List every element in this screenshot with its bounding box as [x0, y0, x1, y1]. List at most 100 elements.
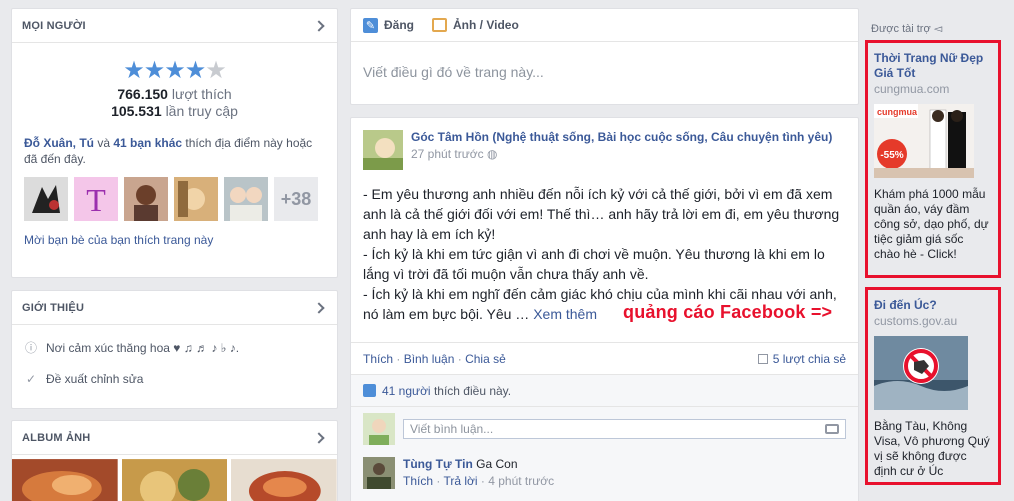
comment-like-link[interactable]: Thích: [403, 474, 433, 488]
visits-label: lần truy cập: [165, 103, 238, 119]
post-actions: Thích · Bình luận · Chia sẻ 5 lượt chia …: [351, 342, 858, 374]
ad-domain: cungmua.com: [874, 82, 950, 96]
comment-placeholder: Viết bình luận...: [410, 422, 494, 436]
star-icon: ★★★★: [123, 57, 206, 84]
album-photo[interactable]: [12, 459, 118, 501]
ad-title[interactable]: Đi đến Úc?: [874, 298, 992, 313]
people-title: MỌI NGƯỜI: [22, 19, 86, 32]
post-line: - Ích kỷ là khi em tức giận vì anh đi ch…: [363, 246, 825, 262]
post-last-text: nó làm em bực bội. Yêu …: [363, 306, 530, 322]
ad-description: Khám phá 1000 mẫu quần áo, váy đầm công …: [874, 187, 989, 261]
ad-title[interactable]: Thời Trang Nữ Đẹp Giá Tốt: [874, 51, 992, 81]
rating-stars: ★★★★★: [12, 59, 337, 83]
star-empty-icon: ★: [205, 57, 226, 84]
friend-avatar[interactable]: T: [74, 177, 118, 221]
comment-line: Tùng Tự Tin Ga Con: [403, 457, 554, 471]
more-friends[interactable]: +38: [274, 177, 318, 221]
ad-annotation: quảng cáo Facebook =>: [623, 302, 833, 322]
tab-photo-video[interactable]: Ảnh / Video: [432, 18, 519, 32]
post-time-text[interactable]: 27 phút trước: [411, 147, 484, 161]
info-icon: ⓘ: [24, 341, 37, 355]
intro-title: GIỚI THIỆU: [22, 301, 85, 314]
intro-about: ⓘ Nơi cảm xúc thăng hoa ♥ ♫ ♬ ♪ ♭ ♪.: [12, 339, 337, 356]
sponsored-text: Được tài trợ: [871, 23, 931, 35]
composer-input[interactable]: Viết điều gì đó về trang này...: [351, 42, 858, 102]
commenter-avatar[interactable]: [363, 457, 395, 489]
suggest-edit-link[interactable]: Đề xuất chỉnh sửa: [46, 372, 143, 386]
composer-card: ✎ Đăng Ảnh / Video Viết điều gì đó về tr…: [350, 8, 859, 105]
pencil-icon: ✎: [363, 17, 378, 33]
ad-description: Bằng Tàu, Không Visa, Vô phương Quý vị s…: [874, 419, 990, 478]
visits-stat: 105.531 lần truy cập: [12, 103, 337, 119]
friends-tail-2: đã đến đây.: [24, 152, 86, 166]
album-photo[interactable]: [121, 459, 228, 501]
svg-text:T: T: [86, 182, 106, 218]
share-icon: [757, 353, 768, 364]
share-count-text: 5 lượt chia sẻ: [772, 351, 846, 366]
post-header: Góc Tâm Hồn (Nghệ thuật sống, Bài học cu…: [351, 118, 858, 170]
page-avatar[interactable]: [363, 130, 403, 170]
likes-count: 766.150: [117, 86, 168, 102]
share-link[interactable]: Chia sẻ: [465, 352, 506, 366]
post-line: anh là cả thế giới đối với em! Thế thì… …: [363, 206, 840, 222]
chevron-right-icon[interactable]: [313, 431, 325, 444]
likes-stat: 766.150 lượt thích: [12, 86, 337, 102]
album-title: ALBUM ẢNH: [22, 431, 91, 444]
composer-tabs: ✎ Đăng Ảnh / Video: [351, 9, 858, 42]
post-line: anh hay là em ích kỷ!: [363, 226, 496, 242]
chevron-right-icon[interactable]: [313, 19, 325, 32]
invite-friends-link[interactable]: Mời bạn bè của bạn thích trang này: [12, 233, 337, 247]
post-feedback: 41 người thích điều này. Viết bình luận.…: [351, 374, 858, 501]
people-header[interactable]: MỌI NGƯỜI: [12, 9, 337, 43]
ad-image[interactable]: [874, 336, 968, 410]
friend-others-link[interactable]: 41 bạn khác: [113, 136, 182, 150]
friend-avatar[interactable]: [174, 177, 218, 221]
checkmark-icon: ✓: [25, 372, 37, 386]
album-header[interactable]: ALBUM ẢNH: [12, 421, 337, 455]
ad-domain: customs.gov.au: [874, 314, 958, 328]
megaphone-icon: ◅: [933, 23, 943, 35]
svg-text:cungmua: cungmua: [877, 107, 918, 117]
tab-post[interactable]: ✎ Đăng: [363, 17, 414, 33]
globe-icon: ◍: [486, 147, 498, 161]
suggest-edit-row[interactable]: ✓ Đề xuất chỉnh sửa: [12, 372, 337, 386]
likers-link[interactable]: 41 người: [382, 384, 431, 398]
post-line: - Ích kỷ là khi em nghĩ đến cảm giác khó…: [363, 286, 837, 302]
ad-item[interactable]: Đi đến Úc? customs.gov.au Bằng Tàu, Khôn…: [865, 287, 1001, 485]
chevron-right-icon[interactable]: [313, 301, 325, 314]
camera-icon[interactable]: [825, 424, 839, 434]
share-count[interactable]: 5 lượt chia sẻ: [757, 351, 846, 366]
friends-summary: Đỗ Xuân, Tú và 41 bạn khác thích địa điể…: [12, 135, 337, 167]
album-photos: [12, 459, 338, 501]
comment-link[interactable]: Bình luận: [404, 352, 455, 366]
commenter-name-link[interactable]: Tùng Tự Tin: [403, 457, 473, 471]
page-name-link[interactable]: Góc Tâm Hồn (Nghệ thuật sống, Bài học cu…: [411, 130, 832, 145]
visits-count: 105.531: [111, 103, 162, 119]
intro-header[interactable]: GIỚI THIỆU: [12, 291, 337, 325]
tab-photo-label: Ảnh / Video: [453, 18, 519, 32]
friend-names-link[interactable]: Đỗ Xuân, Tú: [24, 136, 94, 150]
likes-text: thích điều này.: [433, 383, 512, 398]
see-more-link[interactable]: Xem thêm: [533, 306, 597, 322]
post-card: Góc Tâm Hồn (Nghệ thuật sống, Bài học cu…: [350, 117, 859, 501]
like-link[interactable]: Thích: [363, 352, 393, 366]
thumbs-up-icon: [363, 384, 376, 397]
album-photo[interactable]: [231, 459, 338, 501]
friends-tail: thích địa điểm này hoặc: [185, 136, 313, 150]
comment-meta: Thích · Trả lời · 4 phút trước: [403, 474, 555, 488]
action-links: Thích · Bình luận · Chia sẻ: [363, 351, 506, 366]
ad-image[interactable]: cungmua -55%: [874, 104, 974, 178]
photo-icon: [432, 18, 447, 32]
comment-input[interactable]: Viết bình luận...: [403, 419, 846, 439]
friends-and: và: [97, 136, 111, 150]
album-card: ALBUM ẢNH: [11, 420, 338, 501]
friend-avatar[interactable]: [24, 177, 68, 221]
intro-card: GIỚI THIỆU ⓘ Nơi cảm xúc thăng hoa ♥ ♫ ♬…: [11, 290, 338, 409]
ad-item[interactable]: Thời Trang Nữ Đẹp Giá Tốt cungmua.com cu…: [865, 40, 1001, 278]
comment-reply-link[interactable]: Trả lời: [443, 474, 477, 488]
post-time: 27 phút trước ◍: [411, 147, 832, 161]
comment-item: Tùng Tự Tin Ga Con Thích · Trả lời · 4 p…: [351, 451, 858, 495]
user-avatar: [363, 413, 395, 445]
friend-avatar[interactable]: [224, 177, 268, 221]
friend-avatar[interactable]: [124, 177, 168, 221]
